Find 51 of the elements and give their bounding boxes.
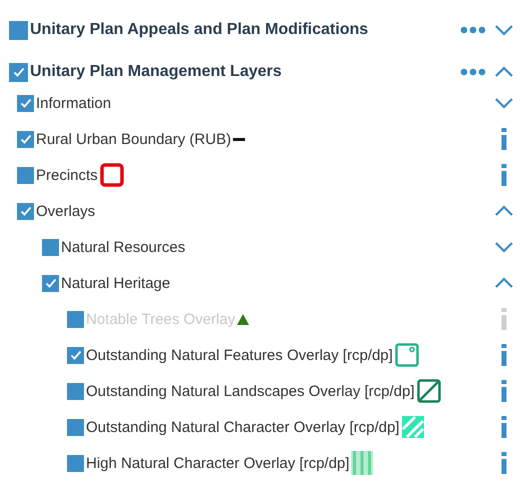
layer-name: Unitary Plan Appeals and Plan Modifications (30, 21, 368, 39)
layer-name: Outstanding Natural Character Overlay [rcp/dp] (86, 418, 400, 436)
check-icon (70, 350, 82, 360)
collapse-icon[interactable] (494, 277, 514, 289)
layer-name: Natural Heritage (61, 274, 170, 292)
layer-name: Overlays (36, 202, 96, 220)
line-symbol-icon (233, 138, 246, 140)
info-icon[interactable] (501, 164, 507, 186)
check-icon (20, 134, 32, 144)
info-icon[interactable] (501, 416, 507, 438)
checkbox[interactable] (17, 130, 34, 148)
checkbox[interactable] (9, 62, 28, 82)
checkbox[interactable] (9, 20, 28, 40)
layer-name: Outstanding Natural Features Overlay [rcp/dp] (86, 346, 393, 364)
layer-name: Information (36, 94, 112, 112)
layer-name: Natural Resources (61, 238, 186, 256)
checkbox[interactable] (67, 418, 84, 436)
collapse-icon[interactable] (494, 66, 514, 78)
checkbox[interactable] (17, 202, 34, 220)
checkbox[interactable] (42, 274, 59, 292)
square-symbol-icon (394, 343, 419, 367)
layer-name: Unitary Plan Management Layers (30, 63, 282, 81)
info-icon[interactable] (501, 380, 507, 402)
striped-square-icon (351, 451, 374, 475)
square-symbol-icon (416, 379, 441, 403)
info-icon[interactable] (501, 128, 507, 150)
check-icon (12, 67, 24, 77)
square-symbol-icon (100, 163, 124, 187)
checkbox[interactable] (67, 346, 84, 364)
layer-name: Precincts (36, 166, 98, 184)
collapse-icon[interactable] (494, 205, 514, 217)
expand-icon[interactable] (494, 241, 514, 253)
triangle-icon (237, 314, 250, 324)
checkbox[interactable] (67, 454, 84, 472)
layer-name: High Natural Character Overlay [rcp/dp] (86, 454, 350, 472)
check-icon (44, 278, 56, 288)
checkbox[interactable] (42, 238, 59, 256)
expand-icon[interactable] (494, 97, 514, 109)
check-icon (20, 98, 32, 108)
hatched-square-icon (401, 415, 426, 439)
more-icon[interactable] (460, 68, 486, 76)
more-icon[interactable] (460, 26, 486, 34)
check-icon (20, 206, 32, 216)
info-icon[interactable] (501, 452, 507, 474)
checkbox[interactable] (17, 94, 34, 112)
layer-name: Rural Urban Boundary (RUB) (36, 130, 232, 148)
expand-icon[interactable] (494, 24, 514, 36)
layer-name: Outstanding Natural Landscapes Overlay [rcp/dp] (86, 382, 415, 400)
checkbox[interactable] (17, 166, 34, 184)
checkbox[interactable] (67, 382, 84, 400)
info-icon[interactable] (501, 344, 507, 366)
